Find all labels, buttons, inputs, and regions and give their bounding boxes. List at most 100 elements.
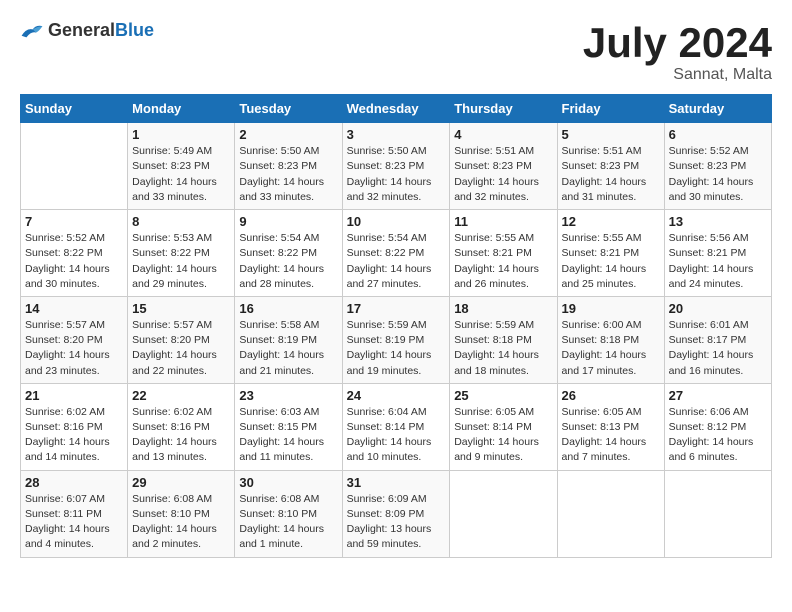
calendar-cell: 4 Sunrise: 5:51 AM Sunset: 8:23 PM Daylig… [450, 123, 557, 210]
day-number: 1 [132, 127, 230, 142]
calendar-cell: 25 Sunrise: 6:05 AM Sunset: 8:14 PM Dayli… [450, 383, 557, 470]
day-info: Sunrise: 5:59 AM Sunset: 8:19 PM Dayligh… [347, 318, 446, 379]
day-number: 6 [669, 127, 767, 142]
calendar-cell: 15 Sunrise: 5:57 AM Sunset: 8:20 PM Dayli… [128, 296, 235, 383]
day-header-saturday: Saturday [664, 95, 771, 123]
calendar-cell: 12Sunrise: 5:55 AM Sunset: 8:21 PM Dayli… [557, 210, 664, 297]
calendar-cell: 26Sunrise: 6:05 AM Sunset: 8:13 PM Dayli… [557, 383, 664, 470]
day-info: Sunrise: 6:01 AM Sunset: 8:17 PM Dayligh… [669, 318, 767, 379]
day-info: Sunrise: 5:55 AM Sunset: 8:21 PM Dayligh… [562, 231, 660, 292]
day-info: Sunrise: 6:08 AM Sunset: 8:10 PM Dayligh… [132, 492, 230, 553]
calendar-cell: 3Sunrise: 5:50 AM Sunset: 8:23 PM Daylig… [342, 123, 450, 210]
calendar-cell [21, 123, 128, 210]
day-header-wednesday: Wednesday [342, 95, 450, 123]
day-info: Sunrise: 6:04 AM Sunset: 8:14 PM Dayligh… [347, 405, 446, 466]
calendar-cell: 1 Sunrise: 5:49 AM Sunset: 8:23 PM Daylig… [128, 123, 235, 210]
calendar-cell [450, 470, 557, 557]
calendar-title: July 2024 [583, 20, 772, 66]
day-number: 14 [25, 301, 123, 316]
calendar-cell: 24 Sunrise: 6:04 AM Sunset: 8:14 PM Dayli… [342, 383, 450, 470]
calendar-cell: 31Sunrise: 6:09 AM Sunset: 8:09 PM Dayli… [342, 470, 450, 557]
day-number: 17 [347, 301, 446, 316]
day-info: Sunrise: 6:00 AM Sunset: 8:18 PM Dayligh… [562, 318, 660, 379]
calendar-cell: 27 Sunrise: 6:06 AM Sunset: 8:12 PM Dayli… [664, 383, 771, 470]
day-info: Sunrise: 5:51 AM Sunset: 8:23 PM Dayligh… [454, 144, 552, 205]
calendar-cell [557, 470, 664, 557]
day-info: Sunrise: 6:05 AM Sunset: 8:14 PM Dayligh… [454, 405, 552, 466]
calendar-cell: 2Sunrise: 5:50 AM Sunset: 8:23 PM Daylig… [235, 123, 342, 210]
day-number: 16 [239, 301, 337, 316]
calendar-cell: 8 Sunrise: 5:53 AM Sunset: 8:22 PM Daylig… [128, 210, 235, 297]
day-info: Sunrise: 5:56 AM Sunset: 8:21 PM Dayligh… [669, 231, 767, 292]
calendar-cell: 13 Sunrise: 5:56 AM Sunset: 8:21 PM Dayli… [664, 210, 771, 297]
calendar-cell: 19Sunrise: 6:00 AM Sunset: 8:18 PM Dayli… [557, 296, 664, 383]
calendar-cell: 22Sunrise: 6:02 AM Sunset: 8:16 PM Dayli… [128, 383, 235, 470]
day-number: 11 [454, 214, 552, 229]
day-number: 4 [454, 127, 552, 142]
day-number: 23 [239, 388, 337, 403]
day-number: 21 [25, 388, 123, 403]
week-row-5: 28Sunrise: 6:07 AM Sunset: 8:11 PM Dayli… [21, 470, 772, 557]
day-info: Sunrise: 5:53 AM Sunset: 8:22 PM Dayligh… [132, 231, 230, 292]
calendar-table: SundayMondayTuesdayWednesdayThursdayFrid… [20, 94, 772, 557]
week-row-2: 7Sunrise: 5:52 AM Sunset: 8:22 PM Daylig… [21, 210, 772, 297]
calendar-cell: 29 Sunrise: 6:08 AM Sunset: 8:10 PM Dayli… [128, 470, 235, 557]
day-info: Sunrise: 6:02 AM Sunset: 8:16 PM Dayligh… [25, 405, 123, 466]
week-row-1: 1 Sunrise: 5:49 AM Sunset: 8:23 PM Daylig… [21, 123, 772, 210]
title-block: July 2024 Sannat, Malta [583, 20, 772, 84]
day-info: Sunrise: 6:02 AM Sunset: 8:16 PM Dayligh… [132, 405, 230, 466]
calendar-cell: 10Sunrise: 5:54 AM Sunset: 8:22 PM Dayli… [342, 210, 450, 297]
day-info: Sunrise: 5:49 AM Sunset: 8:23 PM Dayligh… [132, 144, 230, 205]
day-number: 7 [25, 214, 123, 229]
calendar-cell: 9 Sunrise: 5:54 AM Sunset: 8:22 PM Daylig… [235, 210, 342, 297]
day-info: Sunrise: 5:50 AM Sunset: 8:23 PM Dayligh… [347, 144, 446, 205]
calendar-cell: 6 Sunrise: 5:52 AM Sunset: 8:23 PM Daylig… [664, 123, 771, 210]
day-number: 2 [239, 127, 337, 142]
calendar-cell: 7Sunrise: 5:52 AM Sunset: 8:22 PM Daylig… [21, 210, 128, 297]
day-number: 25 [454, 388, 552, 403]
day-number: 30 [239, 475, 337, 490]
week-row-3: 14 Sunrise: 5:57 AM Sunset: 8:20 PM Dayli… [21, 296, 772, 383]
calendar-cell: 11 Sunrise: 5:55 AM Sunset: 8:21 PM Dayli… [450, 210, 557, 297]
calendar-cell: 16 Sunrise: 5:58 AM Sunset: 8:19 PM Dayli… [235, 296, 342, 383]
day-number: 8 [132, 214, 230, 229]
day-header-friday: Friday [557, 95, 664, 123]
day-number: 29 [132, 475, 230, 490]
week-row-4: 21 Sunrise: 6:02 AM Sunset: 8:16 PM Dayli… [21, 383, 772, 470]
calendar-cell: 17 Sunrise: 5:59 AM Sunset: 8:19 PM Dayli… [342, 296, 450, 383]
day-number: 13 [669, 214, 767, 229]
day-number: 15 [132, 301, 230, 316]
day-info: Sunrise: 5:59 AM Sunset: 8:18 PM Dayligh… [454, 318, 552, 379]
page-header: GeneralBlue July 2024 Sannat, Malta [20, 20, 772, 84]
day-info: Sunrise: 5:57 AM Sunset: 8:20 PM Dayligh… [25, 318, 123, 379]
calendar-cell: 18 Sunrise: 5:59 AM Sunset: 8:18 PM Dayli… [450, 296, 557, 383]
calendar-cell: 28Sunrise: 6:07 AM Sunset: 8:11 PM Dayli… [21, 470, 128, 557]
logo-icon [20, 21, 44, 41]
calendar-cell: 23Sunrise: 6:03 AM Sunset: 8:15 PM Dayli… [235, 383, 342, 470]
day-info: Sunrise: 5:54 AM Sunset: 8:22 PM Dayligh… [239, 231, 337, 292]
day-info: Sunrise: 6:08 AM Sunset: 8:10 PM Dayligh… [239, 492, 337, 553]
calendar-subtitle: Sannat, Malta [583, 66, 772, 84]
day-number: 5 [562, 127, 660, 142]
calendar-cell: 5 Sunrise: 5:51 AM Sunset: 8:23 PM Daylig… [557, 123, 664, 210]
day-info: Sunrise: 6:06 AM Sunset: 8:12 PM Dayligh… [669, 405, 767, 466]
header-row: SundayMondayTuesdayWednesdayThursdayFrid… [21, 95, 772, 123]
day-number: 20 [669, 301, 767, 316]
day-number: 31 [347, 475, 446, 490]
day-header-tuesday: Tuesday [235, 95, 342, 123]
calendar-cell: 14 Sunrise: 5:57 AM Sunset: 8:20 PM Dayli… [21, 296, 128, 383]
day-info: Sunrise: 5:57 AM Sunset: 8:20 PM Dayligh… [132, 318, 230, 379]
day-info: Sunrise: 5:58 AM Sunset: 8:19 PM Dayligh… [239, 318, 337, 379]
calendar-cell: 30 Sunrise: 6:08 AM Sunset: 8:10 PM Dayli… [235, 470, 342, 557]
day-info: Sunrise: 5:52 AM Sunset: 8:23 PM Dayligh… [669, 144, 767, 205]
day-info: Sunrise: 6:05 AM Sunset: 8:13 PM Dayligh… [562, 405, 660, 466]
day-info: Sunrise: 5:55 AM Sunset: 8:21 PM Dayligh… [454, 231, 552, 292]
calendar-cell: 20 Sunrise: 6:01 AM Sunset: 8:17 PM Dayli… [664, 296, 771, 383]
day-number: 27 [669, 388, 767, 403]
day-number: 9 [239, 214, 337, 229]
day-info: Sunrise: 5:51 AM Sunset: 8:23 PM Dayligh… [562, 144, 660, 205]
day-number: 24 [347, 388, 446, 403]
day-number: 18 [454, 301, 552, 316]
day-number: 28 [25, 475, 123, 490]
day-info: Sunrise: 5:54 AM Sunset: 8:22 PM Dayligh… [347, 231, 446, 292]
